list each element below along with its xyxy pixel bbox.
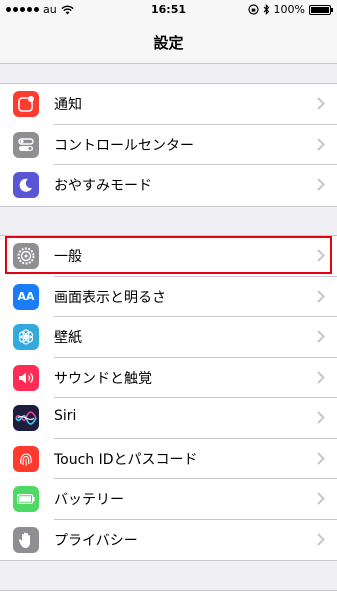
hand-icon — [13, 526, 39, 553]
settings-row-privacy[interactable]: プライバシー — [0, 520, 337, 561]
status-bar: au 16:51 100% — [0, 0, 337, 20]
settings-row-control-center[interactable]: コントロールセンター — [0, 125, 337, 165]
chevron-right-icon — [317, 289, 325, 303]
battery-icon — [13, 486, 39, 512]
battery-fill — [311, 6, 329, 13]
chevron-right-icon — [317, 330, 325, 343]
battery-percent: 100% — [273, 3, 305, 16]
chevron-right-icon — [317, 137, 325, 151]
battery-status-icon — [309, 4, 333, 15]
page-title: 設定 — [153, 34, 184, 52]
settings-row-wallpaper[interactable]: 壁紙 — [0, 317, 337, 358]
settings-group-1: 通知 コントロールセンター おやすみモード — [0, 83, 337, 207]
chevron-right-icon — [317, 451, 325, 465]
notifications-icon — [13, 91, 39, 117]
settings-group-2: 一般 AA 画面表示と明るさ 壁紙 サウンドと触覚 Siri Touch IDと… — [0, 235, 337, 561]
settings-row-label: コントロールセンター — [54, 137, 194, 154]
settings-row-notifications[interactable]: 通知 — [0, 84, 337, 125]
settings-row-label: おやすみモード — [54, 178, 152, 194]
control-center-icon — [13, 131, 39, 158]
settings-row-label: 画面表示と明るさ — [54, 289, 166, 306]
settings-row-label: 通知 — [54, 97, 82, 113]
moon-icon — [13, 172, 39, 198]
speaker-icon — [13, 364, 39, 391]
settings-row-label: Touch IDとパスコード — [54, 451, 198, 468]
settings-row-label: プライバシー — [54, 532, 138, 549]
settings-row-do-not-disturb[interactable]: おやすみモード — [0, 165, 337, 206]
bluetooth-icon — [263, 4, 269, 15]
fingerprint-icon — [13, 445, 39, 472]
siri-icon — [13, 405, 39, 431]
wallpaper-flower-icon — [13, 324, 39, 350]
settings-row-label: サウンドと触覚 — [54, 370, 152, 387]
status-right: 100% — [247, 3, 333, 16]
chevron-right-icon — [317, 97, 325, 110]
settings-row-label: 壁紙 — [54, 330, 82, 346]
navigation-bar: 設定 — [0, 20, 337, 64]
settings-row-battery[interactable]: バッテリー — [0, 479, 337, 520]
settings-row-display-brightness[interactable]: AA 画面表示と明るさ — [0, 277, 337, 317]
chevron-right-icon — [317, 411, 325, 424]
chevron-right-icon — [317, 492, 325, 505]
settings-row-label: Siri — [54, 408, 77, 424]
chevron-right-icon — [317, 532, 325, 546]
highlight-box — [5, 236, 332, 274]
settings-row-label: バッテリー — [54, 492, 124, 508]
settings-row-sounds-haptics[interactable]: サウンドと触覚 — [0, 358, 337, 398]
next-group-edge — [0, 590, 337, 600]
orientation-lock-icon — [247, 4, 259, 15]
chevron-right-icon — [317, 370, 325, 384]
settings-row-siri[interactable]: Siri — [0, 398, 337, 439]
settings-row-touch-id-passcode[interactable]: Touch IDとパスコード — [0, 439, 337, 479]
display-brightness-icon: AA — [13, 283, 39, 310]
chevron-right-icon — [317, 178, 325, 191]
